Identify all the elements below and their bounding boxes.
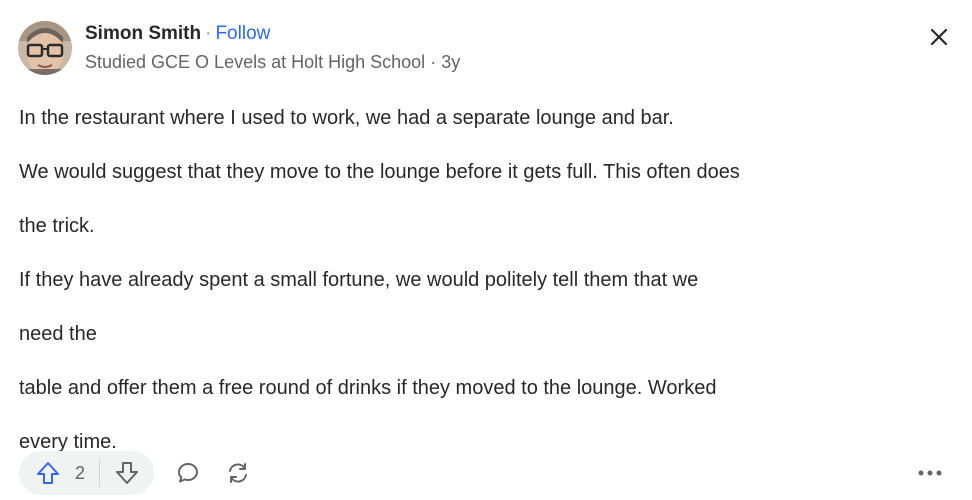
answer-header: Simon Smith · Follow Studied GCE O Levels …: [18, 18, 460, 78]
downvote-button[interactable]: [114, 460, 140, 486]
answer-paragraph: table and offer them a free round of dri…: [19, 377, 717, 399]
vote-pill: 2: [19, 451, 155, 495]
author-meta: Simon Smith · Follow Studied GCE O Levels …: [85, 21, 460, 75]
credential-line: Studied GCE O Levels at Holt High School…: [85, 49, 460, 75]
avatar[interactable]: [18, 21, 72, 75]
close-button[interactable]: [924, 22, 954, 52]
comment-button[interactable]: [166, 451, 210, 495]
answer-paragraph: the trick.: [19, 215, 95, 237]
upvote-count: 2: [75, 462, 86, 483]
downvote-arrow-icon: [116, 462, 139, 484]
answer-age[interactable]: 3y: [441, 52, 460, 72]
share-cycle-icon: [229, 463, 248, 483]
answer-card: Simon Smith · Follow Studied GCE O Levels …: [0, 0, 972, 500]
more-dots-icon: [918, 470, 942, 476]
comment-bubble-icon: [178, 463, 199, 483]
author-separator: ·: [205, 23, 212, 44]
action-bar: 2: [19, 451, 260, 495]
follow-button[interactable]: Follow: [215, 23, 270, 44]
more-options-button[interactable]: [908, 451, 952, 495]
author-credential[interactable]: Studied GCE O Levels at Holt High School: [85, 52, 425, 72]
share-button[interactable]: [216, 451, 260, 495]
author-line: Simon Smith · Follow: [85, 21, 460, 47]
answer-paragraph: If they have already spent a small fortu…: [19, 269, 699, 291]
vote-divider: [99, 459, 101, 487]
avatar-image: [18, 21, 72, 75]
answer-paragraph: In the restaurant where I used to work, …: [19, 107, 674, 129]
answer-body: In the restaurant where I used to work, …: [19, 91, 919, 469]
close-icon: [930, 28, 948, 46]
time-separator: ·: [430, 52, 437, 72]
answer-paragraph: We would suggest that they move to the l…: [19, 161, 740, 183]
upvote-button[interactable]: 2: [35, 460, 99, 486]
author-name[interactable]: Simon Smith: [85, 23, 201, 44]
upvote-arrow-icon: [37, 462, 59, 484]
answer-paragraph: need the: [19, 323, 97, 345]
